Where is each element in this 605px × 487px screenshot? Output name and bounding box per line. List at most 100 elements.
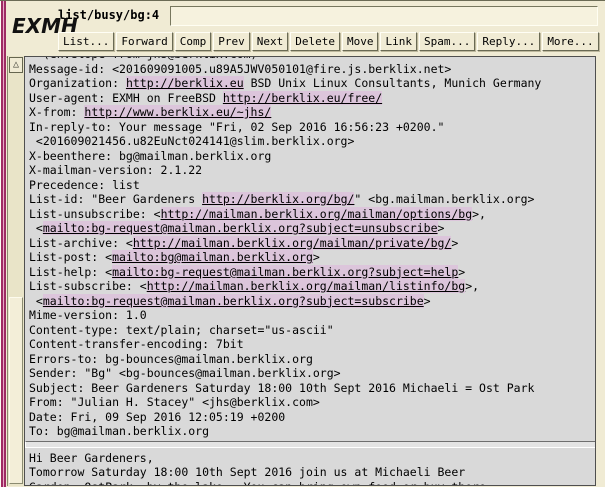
message-line: From: "Julian H. Stacey" <jhs@berklix.co… <box>29 395 595 410</box>
message-line: Organization: http://berklix.eu BSD Unix… <box>29 76 595 91</box>
toolbar-button-spam[interactable]: Spam... <box>419 32 475 51</box>
top-bar: EXMH list/busy/bg:4 List...ForwardCompPr… <box>7 1 605 56</box>
message-line: Tomorrow Saturday 18:00 10th Sept 2016 j… <box>29 465 595 480</box>
message-text-segment: Garden, OstPark, by the lake. You can br… <box>29 480 493 487</box>
message-text-segment: Subject: Beer Gardeners Saturday 18:00 1… <box>29 381 534 395</box>
message-text-segment: From: "Julian H. Stacey" <jhs@berklix.co… <box>29 395 320 409</box>
message-text-segment: X-mailman-version: 2.1.22 <box>29 163 202 177</box>
message-part-separator <box>25 441 595 448</box>
message-line: Date: Fri, 09 Sep 2016 12:05:19 +0200 <box>29 410 595 425</box>
scrollbar-thumb[interactable] <box>9 297 23 484</box>
message-line: List-post: <mailto:bg@mailman.berklix.or… <box>29 250 595 265</box>
message-line: <mailto:bg-request@mailman.berklix.org?s… <box>29 294 595 309</box>
message-text-segment: List-post: < <box>29 250 112 264</box>
message-text-segment: Message-id: <201609091005.u89A5JWV050101… <box>29 62 451 76</box>
toolbar: List...ForwardCompPrevNextDeleteMoveLink… <box>58 32 599 51</box>
message-link[interactable]: mailto:bg@mailman.berklix.org <box>112 250 313 264</box>
message-text-segment: List-archive: < <box>29 236 133 250</box>
message-text-segment: X-from: <box>29 105 84 119</box>
message-body: Hi Beer Gardeners,Tomorrow Saturday 18:0… <box>29 451 595 487</box>
message-text-segment: In-reply-to: Your message "Fri, 02 Sep 2… <box>29 120 444 134</box>
toolbar-button-link[interactable]: Link <box>380 32 417 51</box>
message-line: Hi Beer Gardeners, <box>29 451 595 466</box>
folder-label: list/busy/bg:4 <box>58 8 159 22</box>
message-link[interactable]: http://www.berklix.eu/~jhs/ <box>84 105 271 119</box>
toolbar-button-prev[interactable]: Prev <box>213 32 250 51</box>
message-text-segment: " <bg.mailman.berklix.org> <box>354 192 534 206</box>
message-line: Garden, OstPark, by the lake. You can br… <box>29 480 595 487</box>
message-line: Content-transfer-encoding: 7bit <box>29 337 595 352</box>
message-text-segment: < <box>29 294 43 308</box>
toolbar-button-move[interactable]: Move <box>342 32 379 51</box>
message-text-segment: > <box>313 250 320 264</box>
message-text-segment: Content-transfer-encoding: 7bit <box>29 337 244 351</box>
message-text-segment: > <box>451 236 458 250</box>
message-text-segment: < <box>29 221 43 235</box>
message-text-segment: >, <box>465 279 479 293</box>
message-text-segment: <201609021456.u82EuNct024141@slim.berkli… <box>29 134 354 148</box>
message-text-segment: List-help: < <box>29 265 112 279</box>
message-line: X-from: http://www.berklix.eu/~jhs/ <box>29 105 595 120</box>
message-link[interactable]: mailto:bg-request@mailman.berklix.org?su… <box>112 265 458 279</box>
message-text-segment: X-beenthere: bg@mailman.berklix.org <box>29 149 271 163</box>
message-link[interactable]: http://mailman.berklix.org/mailman/optio… <box>161 207 473 221</box>
message-text-segment: User-agent: EXMH on FreeBSD <box>29 91 223 105</box>
message-link[interactable]: mailto:bg-request@mailman.berklix.org?su… <box>43 294 424 308</box>
message-text-segment: >, <box>472 207 486 221</box>
message-line: Subject: Beer Gardeners Saturday 18:00 1… <box>29 381 595 396</box>
command-input[interactable] <box>170 6 598 26</box>
message-line: User-agent: EXMH on FreeBSD http://berkl… <box>29 91 595 106</box>
message-link[interactable]: http://mailman.berklix.org/mailman/listi… <box>147 279 466 293</box>
message-scrollbar[interactable]: △ <box>7 56 24 486</box>
message-line: List-unsubscribe: <http://mailman.berkli… <box>29 207 595 222</box>
message-text-segment: List-id: "Beer Gardeners <box>29 192 202 206</box>
toolbar-button-comp[interactable]: Comp <box>175 32 212 51</box>
message-text-segment: To: bg@mailman.berklix.org <box>29 424 209 438</box>
message-text-segment: Date: Fri, 09 Sep 2016 12:05:19 +0200 <box>29 410 285 424</box>
message-line: Errors-to: bg-bounces@mailman.berklix.or… <box>29 352 595 367</box>
message-line: To: bg@mailman.berklix.org <box>29 424 595 439</box>
message-line: List-subscribe: <http://mailman.berklix.… <box>29 279 595 294</box>
message-text-segment: > <box>458 265 465 279</box>
message-line: Sender: "Bg" <bg-bounces@mailman.berklix… <box>29 366 595 381</box>
toolbar-button-delete[interactable]: Delete <box>290 32 340 51</box>
message-line: List-id: "Beer Gardeners http://berklix.… <box>29 192 595 207</box>
message-text-segment: Content-type: text/plain; charset="us-as… <box>29 323 334 337</box>
drag-triangle-icon[interactable]: △ <box>9 57 23 73</box>
message-link[interactable]: mailto:bg-request@mailman.berklix.org?su… <box>43 221 438 235</box>
message-line: <201609021456.u82EuNct024141@slim.berkli… <box>29 134 595 149</box>
message-line: List-archive: <http://mailman.berklix.or… <box>29 236 595 251</box>
message-line: X-beenthere: bg@mailman.berklix.org <box>29 149 595 164</box>
message-text-segment: > <box>424 294 431 308</box>
message-text-segment: BSD Unix Linux Consultants, Munich Germa… <box>244 76 542 90</box>
message-text-segment: > <box>438 221 445 235</box>
message-link[interactable]: http://berklix.eu/free/ <box>223 91 382 105</box>
message-text-segment: Precedence: list <box>29 178 140 192</box>
message-line: <mailto:bg-request@mailman.berklix.org?s… <box>29 221 595 236</box>
message-text-segment: Hi Beer Gardeners, <box>29 451 154 465</box>
message-link[interactable]: http://mailman.berklix.org/mailman/priva… <box>133 236 452 250</box>
message-line: List-help: <mailto:bg-request@mailman.be… <box>29 265 595 280</box>
window-edge-stripe <box>0 1 7 487</box>
message-text-segment: Sender: "Bg" <bg-bounces@mailman.berklix… <box>29 366 341 380</box>
toolbar-button-next[interactable]: Next <box>252 32 289 51</box>
message-text-segment: Organization: <box>29 76 126 90</box>
toolbar-button-reply[interactable]: Reply... <box>477 32 540 51</box>
message-text-segment: Errors-to: bg-bounces@mailman.berklix.or… <box>29 352 313 366</box>
message-text-segment: List-subscribe: < <box>29 279 147 293</box>
message-line: Mime-version: 1.0 <box>29 308 595 323</box>
message-headers: (envelope from jhs@berklix.com)Message-i… <box>29 56 595 439</box>
message-link[interactable]: http://berklix.eu <box>126 76 244 90</box>
message-text-segment: List-unsubscribe: < <box>29 207 161 221</box>
message-text-segment: (envelope from jhs@berklix.com) <box>29 56 257 61</box>
toolbar-button-list[interactable]: List... <box>58 32 114 51</box>
message-text-segment: Mime-version: 1.0 <box>29 308 147 322</box>
message-pane: (envelope from jhs@berklix.com)Message-i… <box>24 56 596 486</box>
message-link[interactable]: http://berklix.org/bg/ <box>202 192 354 206</box>
message-line: Content-type: text/plain; charset="us-as… <box>29 323 595 338</box>
message-line: In-reply-to: Your message "Fri, 02 Sep 2… <box>29 120 595 135</box>
message-line: X-mailman-version: 2.1.22 <box>29 163 595 178</box>
toolbar-button-more[interactable]: More... <box>542 32 598 51</box>
message-text-segment: Tomorrow Saturday 18:00 10th Sept 2016 j… <box>29 465 465 479</box>
toolbar-button-forward[interactable]: Forward <box>116 32 172 51</box>
